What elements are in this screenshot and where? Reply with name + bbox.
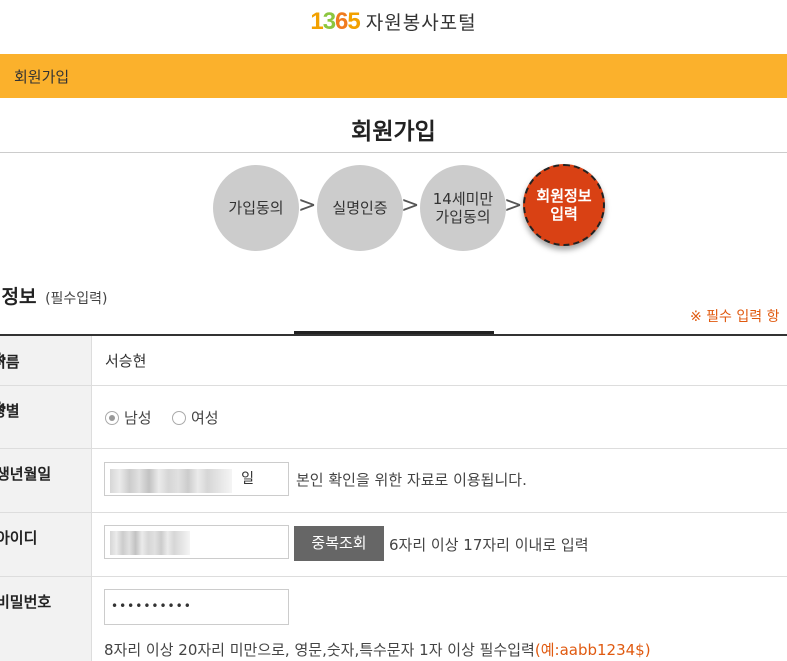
field-label: 아이디 xyxy=(0,513,92,576)
gender-female-radio[interactable]: 여성 xyxy=(172,407,219,428)
step-under14-agreement: 14세미만 가입동의 xyxy=(420,165,506,251)
birthdate-hint: 본인 확인을 위한 자료로 이용됩니다. xyxy=(296,471,527,489)
gender-label: 성별 xyxy=(0,402,20,420)
logo-digit: 3 xyxy=(322,8,336,35)
title-divider xyxy=(0,152,787,153)
step-verification: 실명인증 xyxy=(317,165,403,251)
radio-label: 남성 xyxy=(124,409,152,427)
logo-digit: 5 xyxy=(347,8,360,35)
form-row-name: ※이름 서승현 xyxy=(0,336,787,386)
step-arrow-icon: > xyxy=(504,193,523,218)
logo-digit: 1 xyxy=(310,8,323,35)
breadcrumb-bar: 회원가입 xyxy=(0,54,787,98)
password-input[interactable]: •••••••••• xyxy=(104,589,289,625)
radio-icon xyxy=(105,410,119,425)
password-hint-text: 8자리 이상 20자리 미만으로, 영문,숫자,특수문자 1자 이상 필수입력 xyxy=(104,641,535,659)
duplicate-check-button[interactable]: 중복조회 xyxy=(294,526,384,561)
page-title: 회원가입 xyxy=(351,119,436,145)
radio-icon xyxy=(172,410,186,425)
step-arrow-icon: > xyxy=(401,193,420,218)
step-arrow-icon: > xyxy=(298,193,317,218)
birthdate-label: 생년월일 xyxy=(0,465,52,483)
field-label: 비밀번호 xyxy=(0,577,92,661)
step-label: 실명인증 xyxy=(332,199,388,217)
field-label: ※성별 xyxy=(0,386,92,448)
password-label: 비밀번호 xyxy=(0,593,52,611)
site-logo[interactable]: 1365 자원봉사포털 xyxy=(0,8,787,38)
radio-label: 여성 xyxy=(191,409,219,427)
step-member-info-active: 회원정보 입력 xyxy=(523,164,605,246)
step-label: 가입동의 xyxy=(228,199,284,217)
section-subtitle: (필수입력) xyxy=(45,291,108,307)
birthdate-suffix: 일 xyxy=(241,471,254,487)
section-title: 원정보 (필수입력) xyxy=(0,282,108,309)
form-row-password: 비밀번호 •••••••••• 8자리 이상 20자리 미만으로, 영문,숫자,… xyxy=(0,577,787,661)
step-label: 입력 xyxy=(550,205,578,223)
breadcrumb: 회원가입 xyxy=(14,68,70,86)
logo-digit: 6 xyxy=(335,8,348,35)
form-row-birthdate: 생년월일 일 본인 확인을 위한 자료로 이용됩니다. xyxy=(0,449,787,513)
section-title-text: 원정보 xyxy=(0,286,37,308)
step-agreement: 가입동의 xyxy=(213,165,299,251)
step-label: 14세미만 xyxy=(432,190,494,208)
step-label: 가입동의 xyxy=(435,208,491,226)
userid-label: 아이디 xyxy=(0,529,38,547)
redacted-value xyxy=(110,531,190,555)
redacted-value xyxy=(110,469,232,493)
field-label: 생년월일 xyxy=(0,449,92,512)
name-label: 이름 xyxy=(0,353,20,371)
required-note: ※ 필수 입력 항 xyxy=(690,309,780,325)
step-label: 회원정보 xyxy=(536,187,592,205)
gender-male-radio[interactable]: 남성 xyxy=(105,407,152,428)
password-hint: 8자리 이상 20자리 미만으로, 영문,숫자,특수문자 1자 이상 필수입력(… xyxy=(104,639,651,660)
logo-text: 자원봉사포털 xyxy=(365,12,477,34)
password-example: (예:aabb1234$) xyxy=(534,641,651,659)
name-value: 서승현 xyxy=(105,352,147,370)
field-label: ※이름 xyxy=(0,336,92,385)
form-row-gender: ※성별 남성 여성 xyxy=(0,386,787,449)
userid-hint: 6자리 이상 17자리 이내로 입력 xyxy=(389,536,589,554)
form-row-userid: 아이디 중복조회 6자리 이상 17자리 이내로 입력 xyxy=(0,513,787,577)
